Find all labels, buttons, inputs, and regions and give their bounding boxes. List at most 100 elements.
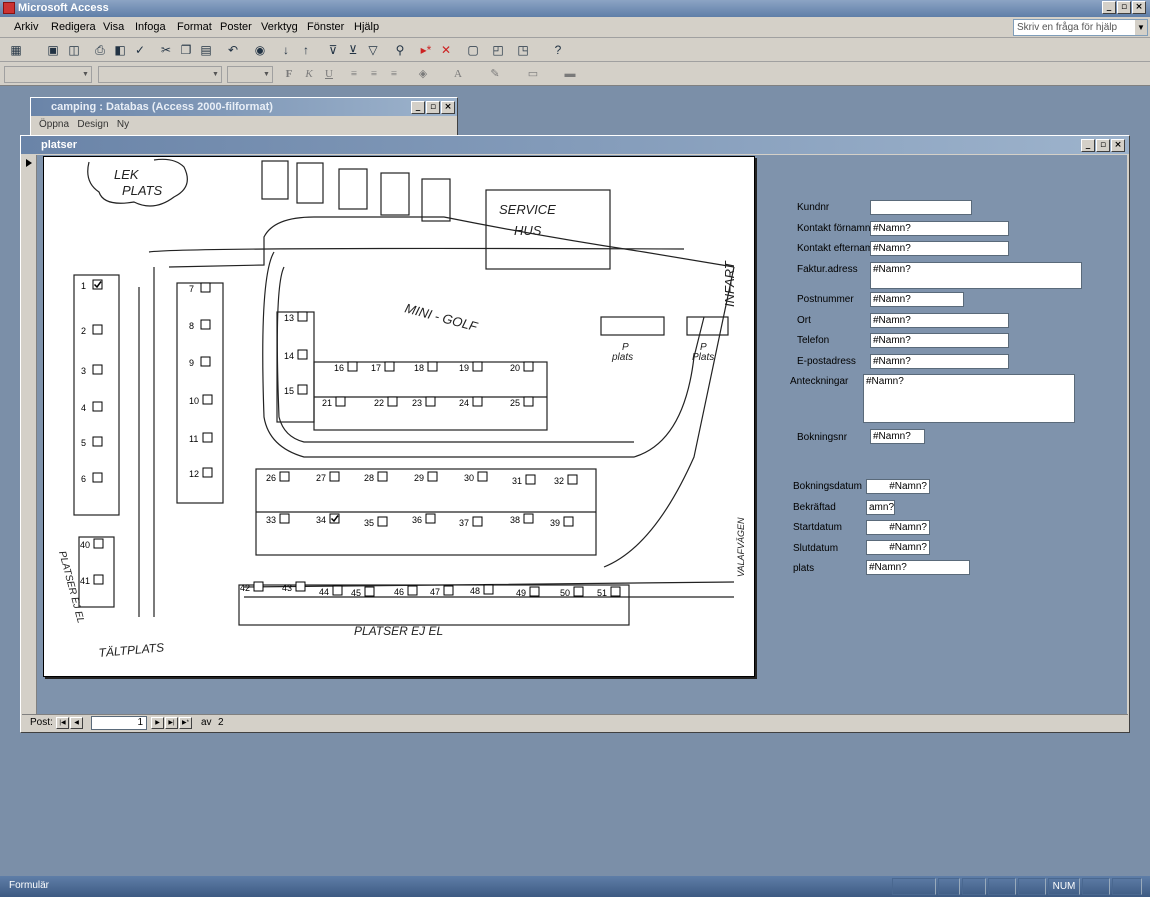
site-checkbox[interactable] [92, 436, 103, 447]
site-checkbox[interactable] [92, 472, 103, 483]
underline-icon[interactable]: U [321, 66, 337, 82]
properties-icon[interactable]: ▢ [465, 42, 481, 58]
paste-icon[interactable]: ▤ [198, 42, 214, 58]
print-icon[interactable]: ⎙ [92, 42, 108, 58]
current-record-input[interactable]: 1 [91, 716, 147, 730]
align-right-icon[interactable]: ≡ [386, 66, 402, 82]
site-checkbox[interactable] [563, 516, 574, 527]
site-checkbox[interactable] [523, 361, 534, 372]
search-file-icon[interactable]: ◫ [66, 42, 82, 58]
site-checkbox[interactable] [427, 471, 438, 482]
epostadress-field[interactable]: #Namn? [870, 354, 1009, 369]
copy-icon[interactable]: ❐ [178, 42, 194, 58]
anteckningar-field[interactable]: #Namn? [863, 374, 1075, 423]
font-combo[interactable]: ▼ [98, 66, 222, 83]
restore-icon[interactable]: ▫ [1117, 1, 1131, 14]
menu-item-arkiv[interactable]: Arkiv [14, 21, 38, 33]
chevron-down-icon[interactable]: ▼ [1135, 20, 1147, 35]
site-checkbox[interactable] [523, 396, 534, 407]
cut-icon[interactable]: ✂ [158, 42, 174, 58]
site-checkbox[interactable] [472, 396, 483, 407]
site-checkbox[interactable] [377, 471, 388, 482]
bokningsnr-field[interactable]: #Namn? [870, 429, 925, 444]
menu-item-redigera[interactable]: Redigera [51, 21, 96, 33]
kontakt-efternamn-field[interactable]: #Namn? [870, 241, 1009, 256]
site-checkbox[interactable] [202, 432, 213, 443]
menu-item-infoga[interactable]: Infoga [135, 21, 166, 33]
site-checkbox[interactable] [364, 586, 375, 597]
font-color-icon[interactable]: A [450, 66, 466, 82]
save-icon[interactable]: ▣ [45, 42, 61, 58]
site-checkbox[interactable] [202, 394, 213, 405]
site-checkbox[interactable] [202, 467, 213, 478]
help-icon[interactable]: ? [550, 42, 566, 58]
maximize-icon[interactable]: ▫ [426, 101, 440, 114]
bekraftad-field[interactable]: amn? [866, 500, 895, 515]
kontakt-fornamn-field[interactable]: #Namn? [870, 221, 1009, 236]
menu-item-fonster[interactable]: Fönster [307, 21, 344, 33]
new-object-icon[interactable]: ◳ [515, 42, 531, 58]
site-checkbox[interactable] [387, 396, 398, 407]
align-center-icon[interactable]: ≡ [366, 66, 382, 82]
faktur-adress-field[interactable]: #Namn? [870, 262, 1082, 289]
site-checkbox[interactable] [377, 516, 388, 527]
italic-icon[interactable]: K [301, 66, 317, 82]
telefon-field[interactable]: #Namn? [870, 333, 1009, 348]
kundnr-field[interactable] [870, 200, 972, 215]
site-checkbox[interactable] [477, 471, 488, 482]
line-color-icon[interactable]: ✎ [487, 66, 503, 82]
new-button[interactable]: Ny [117, 119, 129, 130]
site-checkbox[interactable] [92, 401, 103, 412]
site-checkbox[interactable] [425, 513, 436, 524]
bokningsdatum-field[interactable]: #Namn? [866, 479, 930, 494]
menu-item-poster[interactable]: Poster [220, 21, 252, 33]
site-checkbox[interactable] [295, 581, 306, 592]
site-checkbox[interactable] [279, 471, 290, 482]
sort-descending-icon[interactable]: ↑ [298, 42, 314, 58]
find-icon[interactable]: ⚲ [392, 42, 408, 58]
site-checkbox[interactable] [525, 474, 536, 485]
align-left-icon[interactable]: ≡ [346, 66, 362, 82]
menu-item-verktyg[interactable]: Verktyg [261, 21, 298, 33]
site-checkbox[interactable] [297, 384, 308, 395]
site-checkbox[interactable] [425, 396, 436, 407]
design-button[interactable]: Design [77, 119, 108, 130]
filter-form-icon[interactable]: ⊻ [345, 42, 361, 58]
delete-record-icon[interactable]: ✕ [438, 42, 454, 58]
site-checkbox[interactable] [427, 361, 438, 372]
minimize-icon[interactable]: _ [1102, 1, 1116, 14]
site-checkbox[interactable] [483, 584, 494, 595]
site-checkbox[interactable] [332, 585, 343, 596]
site-checkbox[interactable] [567, 474, 578, 485]
site-checkbox[interactable] [443, 585, 454, 596]
site-checkbox[interactable] [573, 586, 584, 597]
site-checkbox[interactable] [200, 319, 211, 330]
ort-field[interactable]: #Namn? [870, 313, 1009, 328]
border-width-icon[interactable]: ▭ [525, 66, 541, 82]
minimize-icon[interactable]: _ [411, 101, 425, 114]
database-window-icon[interactable]: ◰ [490, 42, 506, 58]
slutdatum-field[interactable]: #Namn? [866, 540, 930, 555]
new-record-nav-icon[interactable]: ▶* [179, 717, 192, 729]
undo-icon[interactable]: ↶ [225, 42, 241, 58]
site-checkbox[interactable] [472, 516, 483, 527]
previous-record-icon[interactable]: ◀ [70, 717, 83, 729]
font-size-combo[interactable]: ▼ [227, 66, 273, 83]
record-selector[interactable] [23, 155, 37, 715]
site-checkbox[interactable] [93, 538, 104, 549]
menu-item-format[interactable]: Format [177, 21, 212, 33]
maximize-icon[interactable]: ▫ [1096, 139, 1110, 152]
first-record-icon[interactable]: |◀ [56, 717, 69, 729]
site-checkbox[interactable] [347, 361, 358, 372]
site-checkbox[interactable] [610, 586, 621, 597]
site-checkbox[interactable] [200, 282, 211, 293]
site-checkbox[interactable] [384, 361, 395, 372]
site-checkbox[interactable] [92, 364, 103, 375]
new-record-icon[interactable]: ▸* [418, 42, 434, 58]
site-checkbox[interactable] [92, 324, 103, 335]
sort-ascending-icon[interactable]: ↓ [278, 42, 294, 58]
site-checkbox[interactable] [329, 471, 340, 482]
hyperlink-icon[interactable]: ◉ [252, 42, 268, 58]
menu-item-hjalp[interactable]: Hjälp [354, 21, 379, 33]
site-checkbox[interactable] [297, 311, 308, 322]
